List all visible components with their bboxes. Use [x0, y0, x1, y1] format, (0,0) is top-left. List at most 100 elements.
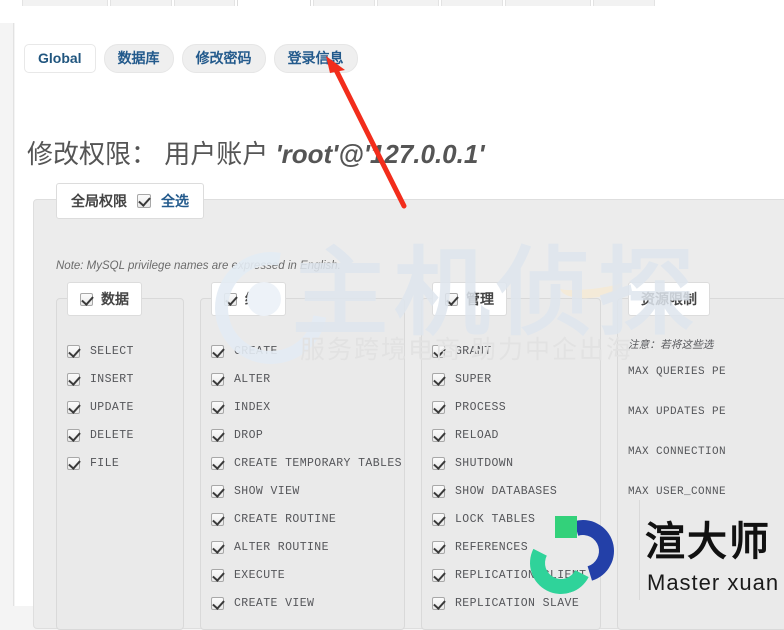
privilege-checkbox-delete[interactable] [67, 428, 80, 442]
privilege-label: SHOW DATABASES [455, 484, 558, 498]
privilege-checkbox-references[interactable] [432, 540, 445, 554]
privilege-row[interactable]: INDEX [211, 393, 394, 421]
privilege-checkbox-alter-routine[interactable] [211, 540, 224, 554]
privilege-checkbox-grant[interactable] [432, 344, 445, 358]
privilege-row[interactable]: SUPER [432, 365, 590, 393]
privilege-row[interactable]: CREATE [211, 337, 394, 365]
select-all-link[interactable]: 全选 [161, 191, 189, 211]
group-label: 结构 [245, 291, 273, 307]
top-menu-tab-row: 系统首页 网站 FTP 数据库 文件 终端 安全 计划任务 [0, 0, 784, 6]
privilege-label: GRANT [455, 344, 492, 358]
privilege-row[interactable]: FILE [67, 449, 173, 477]
privilege-checkbox-execute[interactable] [211, 568, 224, 582]
tab-database[interactable]: 数据库 [103, 44, 174, 73]
privilege-label: CREATE ROUTINE [234, 512, 337, 526]
privilege-checkbox-show-view[interactable] [211, 484, 224, 498]
privilege-checkbox-super[interactable] [432, 372, 445, 386]
privilege-note: Note: MySQL privilege names are expresse… [56, 260, 341, 272]
top-menu-tab-database[interactable]: 数据库 [236, 0, 311, 6]
privilege-checkbox-create-routine[interactable] [211, 512, 224, 526]
privilege-checkbox-replication-client[interactable] [432, 568, 445, 582]
privilege-checkbox-select[interactable] [67, 344, 80, 358]
privilege-checkbox-lock-tables[interactable] [432, 512, 445, 526]
group-label: 数据 [101, 291, 129, 307]
privilege-row[interactable]: EXECUTE [211, 561, 394, 589]
privilege-label: SHOW VIEW [234, 484, 300, 498]
privilege-label: INSERT [90, 372, 134, 386]
privilege-checkbox-update[interactable] [67, 400, 80, 414]
resource-limit-row[interactable]: MAX UPDATES PE [628, 406, 776, 446]
page-title: 修改权限： 用户账户 'root'@'127.0.0.1' [27, 134, 485, 171]
privilege-group-structure: 结构 CREATE ALTER INDEX DROP CREATE TEMPOR… [200, 282, 405, 630]
group-checkbox-structure[interactable] [224, 292, 237, 306]
group-checkbox-administration[interactable] [445, 292, 458, 306]
global-privileges-label: 全局权限 [71, 193, 127, 209]
privilege-label: FILE [90, 456, 120, 470]
privilege-row[interactable]: PROCESS [432, 393, 590, 421]
privilege-checkbox-drop[interactable] [211, 428, 224, 442]
top-menu-tab-security[interactable]: 安全 [440, 0, 503, 6]
privilege-checkbox-alter[interactable] [211, 372, 224, 386]
privilege-group-legend: 管理 [432, 282, 507, 316]
select-all-checkbox[interactable] [137, 194, 151, 208]
privilege-row[interactable]: ALTER [211, 365, 394, 393]
privilege-row[interactable]: DELETE [67, 421, 173, 449]
privilege-checkbox-reload[interactable] [432, 428, 445, 442]
resource-limits-note: 注意：若将这些选 [628, 339, 714, 351]
privilege-row[interactable]: SELECT [67, 337, 173, 365]
tab-global[interactable]: Global [24, 44, 96, 73]
tab-login-information[interactable]: 登录信息 [273, 44, 358, 73]
privilege-row[interactable]: ALTER ROUTINE [211, 533, 394, 561]
privilege-label: REFERENCES [455, 540, 529, 554]
privilege-row[interactable]: INSERT [67, 365, 173, 393]
application-top-menu-bar: 系统首页 网站 FTP 数据库 文件 终端 安全 计划任务 [0, 0, 784, 23]
privilege-row[interactable]: SHOW VIEW [211, 477, 394, 505]
privilege-checkbox-shutdown[interactable] [432, 456, 445, 470]
privilege-label: EXECUTE [234, 568, 286, 582]
resource-limit-label: MAX QUERIES PE [628, 366, 727, 378]
privilege-checkbox-create[interactable] [211, 344, 224, 358]
privilege-checkbox-insert[interactable] [67, 372, 80, 386]
top-menu-tab-software[interactable]: 软件 [592, 0, 655, 6]
brand-mark-icon [521, 509, 625, 603]
brand-name-cn: 渲大师 [645, 519, 771, 565]
top-menu-tab-home[interactable]: 系统首页 [22, 0, 109, 6]
group-checkbox-data[interactable] [80, 292, 93, 306]
resource-limit-row[interactable]: MAX QUERIES PE [628, 366, 776, 406]
privilege-label: SHUTDOWN [455, 456, 514, 470]
privilege-label: CREATE VIEW [234, 596, 315, 610]
top-menu-tab-files[interactable]: 文件 [312, 0, 375, 6]
privilege-label: SELECT [90, 344, 134, 358]
page-title-account: 'root'@'127.0.0.1' [275, 139, 485, 170]
privilege-checkbox-show-databases[interactable] [432, 484, 445, 498]
privilege-subtab-bar: Global 数据库 修改密码 登录信息 [24, 44, 358, 73]
privilege-row[interactable]: CREATE VIEW [211, 589, 394, 617]
privilege-checkbox-create-temporary-tables[interactable] [211, 456, 224, 470]
privilege-label: INDEX [234, 400, 271, 414]
privilege-label: DROP [234, 428, 264, 442]
privilege-row[interactable]: GRANT [432, 337, 590, 365]
tab-change-password[interactable]: 修改密码 [181, 44, 266, 73]
privilege-label: PROCESS [455, 400, 507, 414]
top-menu-tab-cron[interactable]: 计划任务 [504, 0, 591, 6]
privilege-row[interactable]: DROP [211, 421, 394, 449]
privilege-checkbox-process[interactable] [432, 400, 445, 414]
top-menu-tab-website[interactable]: 网站 [110, 0, 173, 6]
top-menu-tab-terminal[interactable]: 终端 [376, 0, 439, 6]
privilege-checkbox-file[interactable] [67, 456, 80, 470]
privilege-checkbox-index[interactable] [211, 400, 224, 414]
privilege-row[interactable]: SHUTDOWN [432, 449, 590, 477]
top-menu-tab-ftp[interactable]: FTP [174, 0, 235, 6]
privilege-row[interactable]: UPDATE [67, 393, 173, 421]
privilege-row[interactable]: CREATE ROUTINE [211, 505, 394, 533]
privilege-row[interactable]: RELOAD [432, 421, 590, 449]
privilege-label: SUPER [455, 372, 492, 386]
resource-limit-label: MAX CONNECTION [628, 446, 727, 458]
privilege-row[interactable]: CREATE TEMPORARY TABLES [211, 449, 402, 477]
privilege-checkbox-create-view[interactable] [211, 596, 224, 610]
resource-limit-row[interactable]: MAX CONNECTION [628, 446, 776, 486]
privilege-checkbox-replication-slave[interactable] [432, 596, 445, 610]
privilege-label: ALTER [234, 372, 271, 386]
page-title-prefix: 修改权限： 用户账户 [27, 139, 276, 170]
brand-divider [639, 500, 640, 600]
